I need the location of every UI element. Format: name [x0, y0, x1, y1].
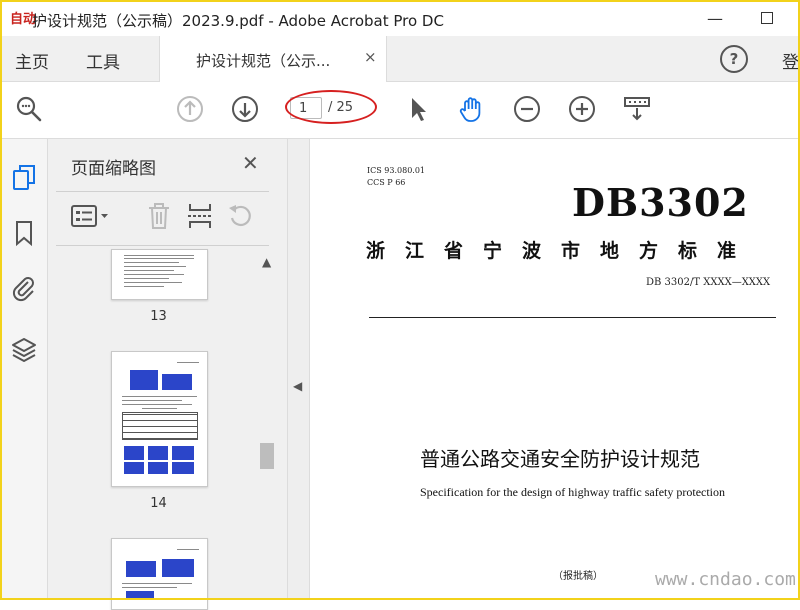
- site-watermark: www.cndao.com: [655, 569, 796, 590]
- help-icon[interactable]: ?: [720, 45, 748, 73]
- document-tab[interactable]: 护设计规范（公示... ×: [159, 36, 387, 82]
- document-tab-label: 护设计规范（公示...: [196, 52, 331, 70]
- minimize-button[interactable]: —: [702, 6, 728, 32]
- divider: [56, 191, 269, 192]
- maximize-icon: [761, 12, 773, 24]
- thumbnail-options-icon[interactable]: [70, 203, 110, 229]
- document-tab-close-icon[interactable]: ×: [364, 48, 377, 66]
- scroll-thumb[interactable]: [260, 443, 274, 469]
- rotate-page-icon[interactable]: [226, 201, 256, 231]
- zoom-out-icon[interactable]: [512, 94, 542, 124]
- zoom-search-icon[interactable]: [14, 94, 44, 124]
- title-bar: 自动 护设计规范（公示稿）2023.9.pdf - Adobe Acrobat …: [2, 2, 798, 36]
- layers-icon[interactable]: [10, 335, 38, 363]
- scroll-up-icon[interactable]: ▲: [262, 255, 271, 269]
- tab-tools[interactable]: 工具: [86, 48, 120, 73]
- left-rail: [2, 139, 48, 598]
- toolbar: 1 / 25: [2, 82, 798, 139]
- panel-collapse-strip[interactable]: ◀: [288, 139, 310, 598]
- standard-code: DB3302: [572, 180, 749, 225]
- standard-number: DB 3302/T XXXX—XXXX: [646, 277, 771, 288]
- page-thumbnail[interactable]: [111, 351, 208, 487]
- thumbnail-page-number: 14: [150, 496, 167, 511]
- delete-page-icon[interactable]: [144, 201, 174, 231]
- ics-code: ICS 93.080.01 CCS P 66: [367, 165, 425, 189]
- sign-in-link[interactable]: 登: [782, 48, 799, 73]
- thumbnail-scrollbar[interactable]: ▲: [258, 253, 276, 598]
- divider: [56, 245, 269, 246]
- insert-page-icon[interactable]: [185, 201, 215, 231]
- collapse-arrow-icon[interactable]: ◀: [293, 379, 302, 393]
- scroll-mode-icon[interactable]: [622, 94, 652, 124]
- bookmark-icon[interactable]: [10, 219, 38, 247]
- page-thumbnails-icon[interactable]: [10, 163, 38, 191]
- hand-icon[interactable]: [457, 94, 487, 124]
- zoom-in-icon[interactable]: [567, 94, 597, 124]
- maximize-button[interactable]: [754, 6, 780, 32]
- select-arrow-icon[interactable]: [403, 94, 433, 124]
- page-up-icon[interactable]: [175, 94, 205, 124]
- annotation-ellipse: [285, 90, 377, 124]
- menu-tab-bar: 主页 工具 护设计规范（公示... × ? 登: [2, 36, 799, 82]
- tab-home[interactable]: 主页: [15, 48, 49, 73]
- window-title: 护设计规范（公示稿）2023.9.pdf - Adobe Acrobat Pro…: [32, 12, 444, 30]
- document-view[interactable]: ICS 93.080.01 CCS P 66 DB3302 浙江省宁波市地方标准…: [310, 139, 798, 598]
- page-down-icon[interactable]: [230, 94, 260, 124]
- document-title-chinese: 普通公路交通安全防护设计规范: [420, 447, 700, 471]
- panel-close-icon[interactable]: ✕: [242, 151, 259, 175]
- attachment-icon[interactable]: [10, 275, 38, 303]
- thumbnail-panel: 页面缩略图 ✕ 13 14 ▲: [48, 139, 288, 610]
- header-rule: [369, 317, 776, 318]
- ics-line: ICS 93.080.01: [367, 166, 426, 175]
- thumbnail-page-number: 13: [150, 309, 167, 324]
- document-title-english: Specification for the design of highway …: [420, 485, 726, 499]
- ccs-line: CCS P 66: [367, 178, 406, 187]
- page-thumbnail[interactable]: [111, 249, 208, 300]
- draft-status: （报批稿）: [553, 571, 603, 582]
- standard-authority: 浙江省宁波市地方标准: [366, 240, 757, 262]
- page-thumbnail[interactable]: [111, 538, 208, 610]
- panel-title: 页面缩略图: [71, 159, 156, 179]
